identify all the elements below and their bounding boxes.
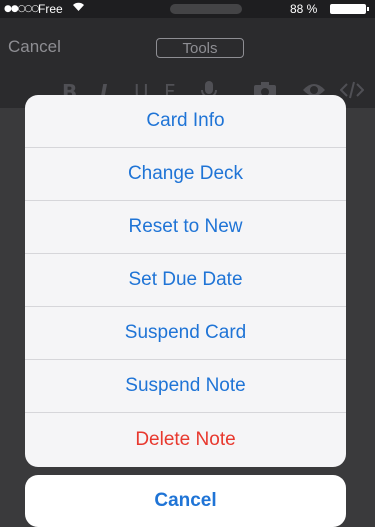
- carrier-name: Free: [38, 2, 63, 16]
- suspend-card-button[interactable]: Suspend Card: [25, 307, 346, 360]
- wifi-icon: [72, 1, 85, 16]
- status-bar: ●●○○○ Free 88 %: [0, 0, 375, 18]
- redacted-time: [170, 4, 242, 14]
- change-deck-button[interactable]: Change Deck: [25, 148, 346, 201]
- battery-tip: [367, 7, 369, 11]
- nav-bar: Cancel Tools: [0, 18, 375, 74]
- tools-button[interactable]: Tools: [156, 38, 244, 58]
- battery-percent: 88 %: [290, 2, 318, 16]
- screen: ●●○○○ Free 88 % Cancel Tools B I U F Car…: [0, 0, 375, 527]
- nav-cancel-button[interactable]: Cancel: [8, 37, 61, 57]
- reset-to-new-button[interactable]: Reset to New: [25, 201, 346, 254]
- action-sheet: Card Info Change Deck Reset to New Set D…: [25, 95, 346, 467]
- action-sheet-cancel-button[interactable]: Cancel: [25, 475, 346, 527]
- signal-strength-icon: ●●○○○: [4, 4, 39, 14]
- set-due-date-button[interactable]: Set Due Date: [25, 254, 346, 307]
- card-info-button[interactable]: Card Info: [25, 95, 346, 148]
- delete-note-button[interactable]: Delete Note: [25, 413, 346, 466]
- suspend-note-button[interactable]: Suspend Note: [25, 360, 346, 413]
- battery-icon: [330, 4, 366, 14]
